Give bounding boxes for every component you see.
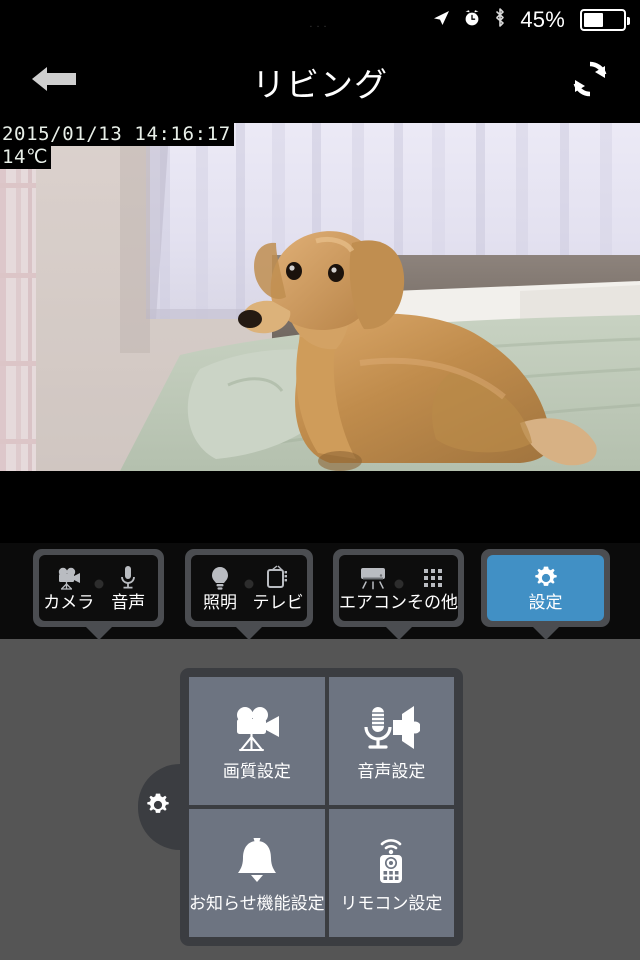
tab-settings-label: 設定 (528, 593, 563, 613)
tab-other-label: その他 (407, 593, 458, 613)
status-bar-icons: 45% (431, 7, 630, 33)
microphone-speaker-icon (362, 701, 421, 755)
tab-aircon[interactable]: エアコン (339, 555, 407, 621)
tab-audio[interactable]: 音声 (99, 555, 159, 621)
tab-other[interactable]: その他 (407, 555, 458, 621)
gear-icon (145, 792, 171, 823)
tile-notification-settings[interactable]: お知らせ機能設定 (189, 809, 325, 937)
tab-aircon-label: エアコン (339, 593, 407, 613)
app-root: ... 45% リビング 2015/01/13 14:16:17 14℃ カメラ… (0, 0, 640, 960)
camera-video-feed[interactable]: 2015/01/13 14:16:17 14℃ (0, 123, 640, 471)
air-conditioner-icon (358, 563, 388, 593)
settings-panel: 画質設定 音声設定 お知らせ機能設定 リモコン設定 (138, 668, 463, 946)
video-osd-overlay: 2015/01/13 14:16:17 14℃ (0, 123, 234, 169)
remote-control-icon (369, 833, 413, 887)
tile-image-quality-settings[interactable]: 画質設定 (189, 677, 325, 805)
tab-group-aircon-other: エアコン その他 (333, 549, 464, 640)
gear-icon (533, 563, 559, 593)
camera-scene-image (0, 123, 640, 471)
tab-tv-label: テレビ (252, 593, 304, 613)
tile-audio-settings[interactable]: 音声設定 (328, 677, 454, 805)
settings-tile-grid: 画質設定 音声設定 お知らせ機能設定 リモコン設定 (189, 677, 454, 937)
page-title: リビング (252, 64, 388, 104)
battery-icon (580, 9, 630, 31)
tab-group-camera-audio: カメラ 音声 (33, 549, 164, 640)
tab-group-inner: 設定 (487, 555, 604, 621)
bluetooth-icon (493, 7, 507, 33)
grid-dots-icon (422, 563, 444, 593)
tab-camera-label: カメラ (43, 593, 95, 613)
tab-audio-label: 音声 (111, 593, 146, 613)
tab-tv[interactable]: テレビ (249, 555, 307, 621)
osd-temperature: 14℃ (0, 146, 52, 169)
tab-group-notch (236, 627, 262, 640)
tab-group-notch (532, 627, 559, 640)
microphone-icon (119, 563, 137, 593)
tab-group-light-tv: 照明 テレビ (185, 549, 313, 640)
tab-group-settings: 設定 (481, 549, 610, 640)
television-icon (266, 563, 290, 593)
tab-camera[interactable]: カメラ (39, 555, 99, 621)
video-letterbox (0, 471, 640, 543)
tab-group-notch (85, 627, 112, 640)
tile-label: お知らせ機能設定 (189, 893, 325, 914)
tab-group-notch (385, 627, 412, 640)
nav-bar: リビング (0, 40, 640, 123)
refresh-button[interactable] (564, 56, 616, 108)
tab-group-inner: 照明 テレビ (191, 555, 307, 621)
carrier-dots: ... (309, 18, 331, 30)
alarm-clock-icon (462, 8, 482, 33)
video-camera-icon (56, 563, 82, 593)
refresh-icon (568, 57, 612, 106)
settings-panel-handle[interactable] (138, 764, 180, 850)
battery-percent-label: 45% (520, 7, 565, 32)
tab-group-inner: エアコン その他 (339, 555, 458, 621)
tab-group-inner: カメラ 音声 (39, 555, 158, 621)
video-camera-icon (231, 701, 283, 755)
status-bar: ... 45% (0, 0, 640, 40)
osd-timestamp: 2015/01/13 14:16:17 (0, 123, 234, 146)
device-tab-strip: カメラ 音声 照明 テレビ エアコン その他 設定 (0, 543, 640, 640)
tile-label: 音声設定 (357, 761, 426, 782)
tile-remote-control-settings[interactable]: リモコン設定 (328, 809, 454, 937)
location-arrow-icon (431, 8, 451, 33)
tab-light-label: 照明 (203, 593, 237, 613)
bell-icon (234, 833, 280, 887)
tile-label: 画質設定 (222, 761, 291, 782)
tab-settings[interactable]: 設定 (487, 555, 604, 621)
tile-label: リモコン設定 (340, 893, 443, 914)
lightbulb-icon (210, 563, 230, 593)
tab-light[interactable]: 照明 (191, 555, 249, 621)
